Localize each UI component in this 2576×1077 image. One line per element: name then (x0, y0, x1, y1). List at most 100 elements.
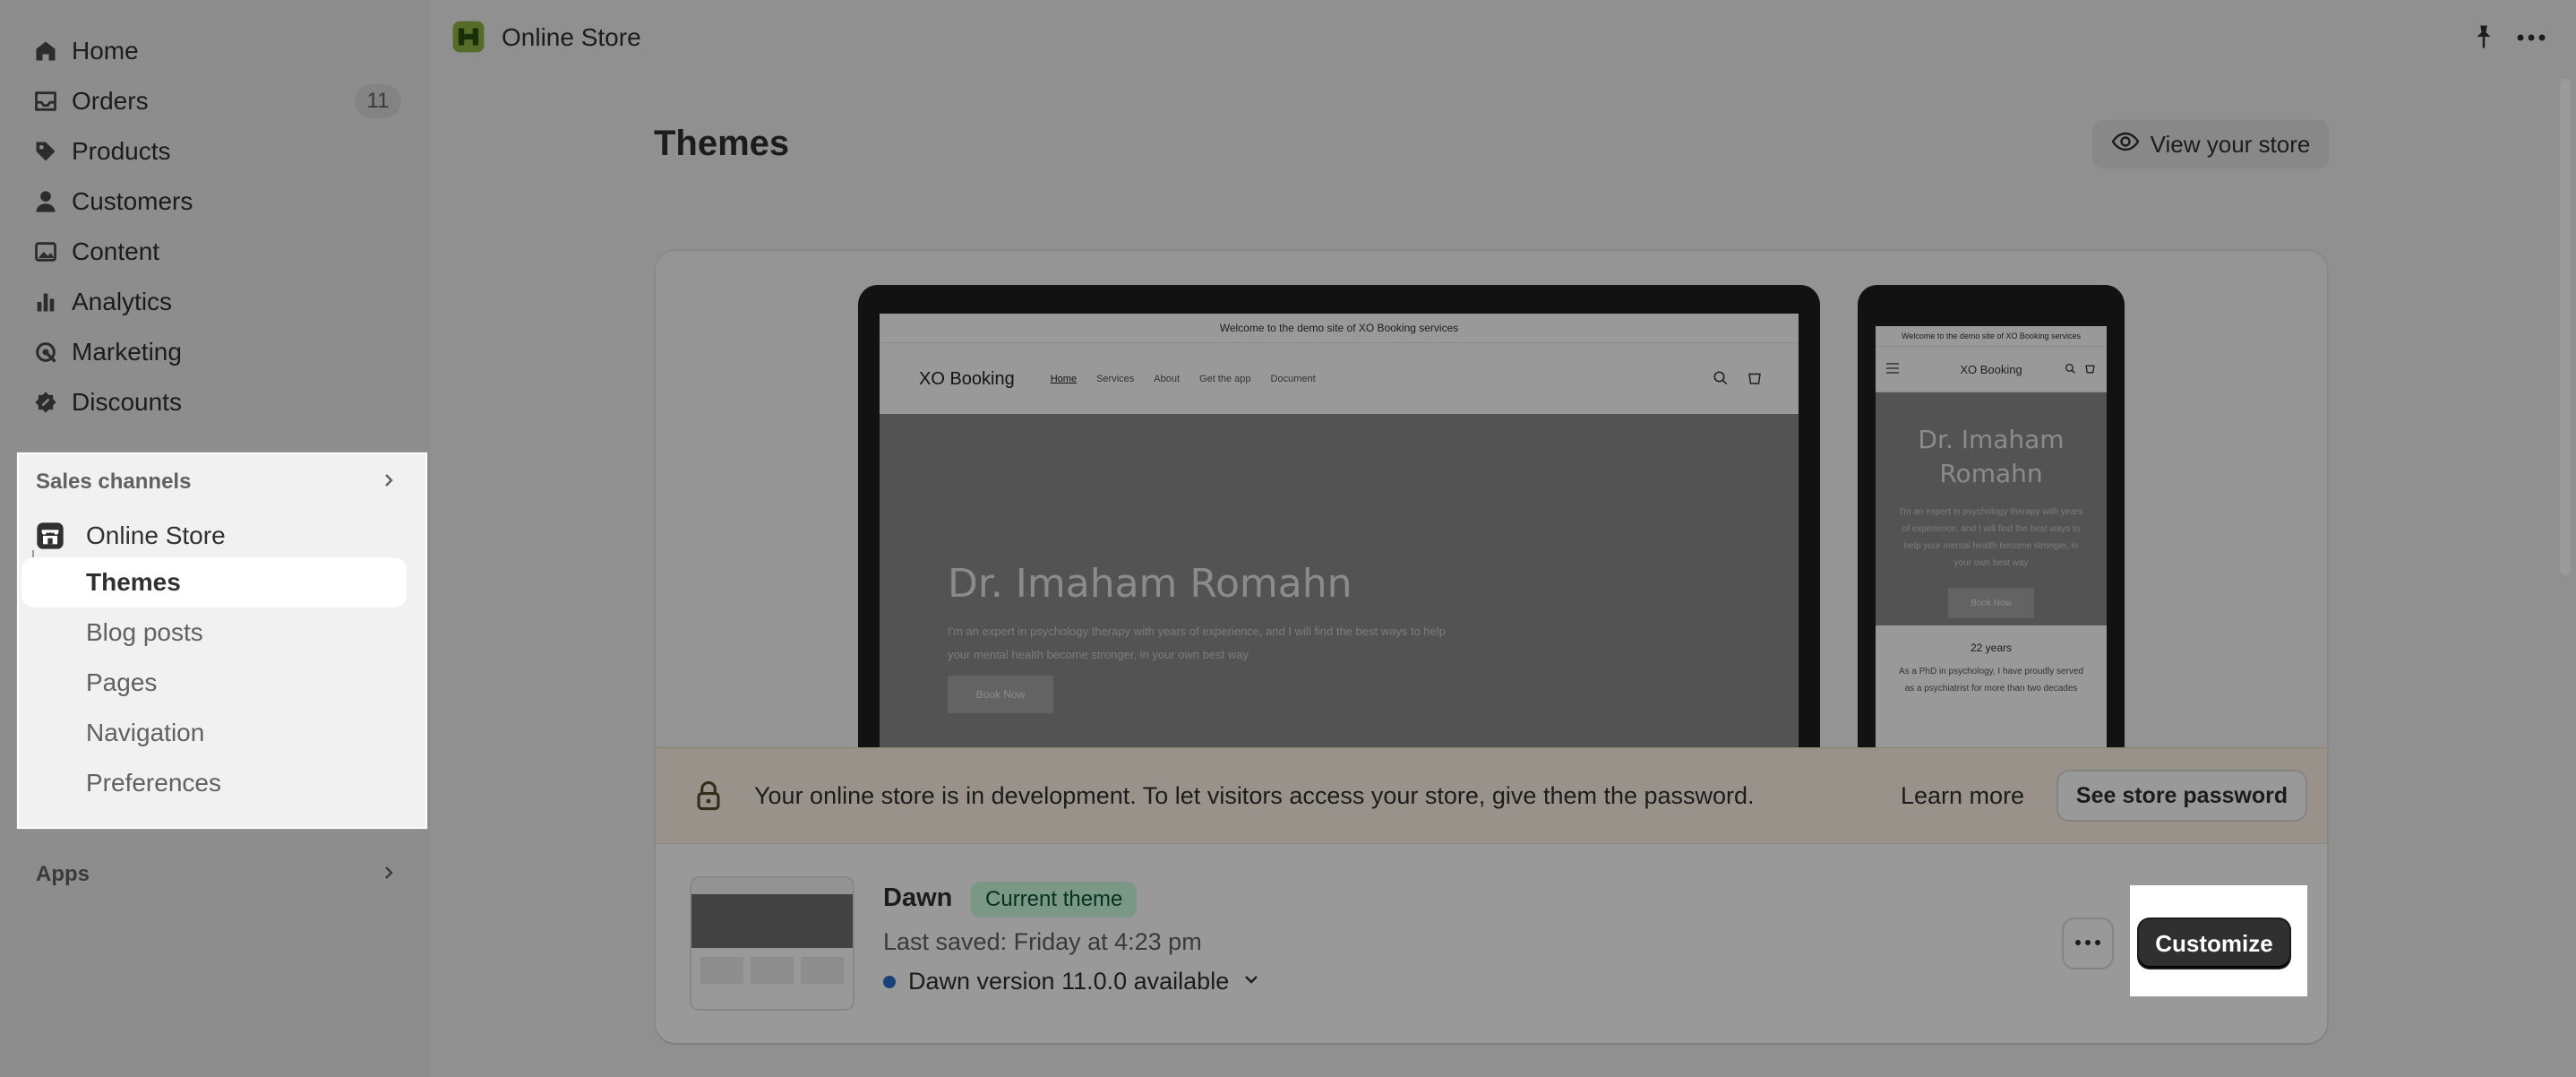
sidebar-item-label: Pages (86, 668, 158, 696)
online-store-logo-icon (451, 20, 485, 58)
sidebar-item-label: Products (72, 137, 171, 165)
pin-icon[interactable] (2470, 23, 2497, 55)
sidebar-item-label: Online Store (86, 521, 226, 549)
sidebar-item-label: Themes (86, 568, 181, 596)
preview-logo: XO Booking (1960, 362, 2022, 376)
laptop-mockup: Welcome to the demo site of XO Booking s… (858, 285, 1820, 780)
target-icon (20, 340, 72, 365)
search-icon (1713, 370, 1729, 391)
preview-hero: Dr. Imaham Romahn I'm an expert in psych… (1876, 392, 2107, 625)
sidebar-item-pages[interactable]: Pages (21, 658, 407, 708)
apps-heading[interactable]: Apps (36, 862, 90, 887)
bar-chart-icon (20, 289, 72, 314)
sidebar-item-discounts[interactable]: Discounts (20, 380, 401, 425)
sidebar-item-online-store[interactable]: Online Store (20, 511, 405, 561)
preview-nav-item: Services (1096, 374, 1135, 384)
sidebar-item-home[interactable]: Home (20, 29, 401, 73)
sidebar-item-navigation[interactable]: Navigation (21, 708, 407, 758)
menu-icon (1886, 363, 1899, 376)
topbar-title: Online Store (502, 23, 641, 51)
sidebar: Home Orders 11 Products Customers Conten… (0, 0, 430, 1077)
preview-book-button: Book Now (1948, 588, 2034, 618)
sidebar-item-label: Content (72, 237, 160, 265)
page-title: Themes (654, 124, 790, 163)
orders-count-badge: 11 (355, 84, 401, 118)
preview-hero-title: Dr. Imaham Romahn (1918, 425, 2065, 488)
theme-name: Dawn (883, 883, 953, 912)
theme-version-label: Dawn version 11.0.0 available (908, 968, 1230, 995)
sidebar-item-themes[interactable]: Themes (21, 557, 407, 607)
preview-nav-item: About (1154, 374, 1181, 384)
sidebar-item-marketing[interactable]: Marketing (20, 330, 401, 375)
preview-nav-item: Get the app (1199, 374, 1251, 384)
preview-nav: Home Services About Get the app Document (1051, 374, 1316, 384)
sidebar-item-label: Discounts (72, 388, 182, 416)
more-actions-icon[interactable] (2515, 25, 2547, 55)
image-icon (20, 239, 72, 264)
preview-stat-value: 22 years (1970, 642, 2013, 654)
lock-icon (695, 780, 722, 815)
preview-stats: 22 years As a PhD in psychology, I have … (1876, 625, 2107, 697)
sidebar-item-products[interactable]: Products (20, 129, 401, 174)
sidebar-item-customers[interactable]: Customers (20, 179, 401, 224)
status-dot (883, 975, 896, 988)
preview-announcement: Welcome to the demo site of XO Booking s… (880, 314, 1799, 343)
sidebar-item-label: Analytics (72, 288, 173, 315)
sidebar-item-label: Customers (72, 187, 193, 215)
theme-actions-button[interactable] (2064, 919, 2112, 968)
preview-hero-text: I'm an expert in psychology therapy with… (1899, 507, 2083, 568)
preview-header: XO Booking Home Services About Get the a… (880, 343, 1799, 416)
sidebar-item-label: Home (72, 37, 139, 65)
preview-header-icons (1713, 370, 1763, 391)
preview-stat-text: As a PhD in psychology, I have proudly s… (1898, 667, 2084, 694)
preview-hero-text: I'm an expert in psychology therapy with… (948, 625, 1446, 661)
home-icon (20, 39, 72, 64)
cart-icon (1747, 370, 1763, 391)
chevron-right-icon[interactable] (380, 470, 398, 495)
current-theme-badge: Current theme (971, 882, 1138, 918)
cart-icon (2084, 363, 2096, 377)
chevron-right-icon[interactable] (380, 862, 398, 888)
sidebar-item-label: Navigation (86, 719, 205, 746)
discount-icon (20, 390, 72, 415)
inbox-icon (20, 89, 72, 114)
preview-header: XO Booking (1876, 347, 2107, 392)
preview-logo: XO Booking (919, 368, 1015, 389)
sidebar-item-content[interactable]: Content (20, 229, 401, 274)
sales-channels-heading: Sales channels (36, 470, 192, 494)
view-store-label: View your store (2150, 130, 2311, 158)
preview-hero: Dr. Imaham Romahn I'm an expert in psych… (880, 414, 1799, 780)
theme-preview: Welcome to the demo site of XO Booking s… (656, 251, 2327, 780)
phone-mockup: Welcome to the demo site of XO Booking s… (1858, 285, 2125, 774)
preview-book-button: Book Now (948, 676, 1053, 713)
sidebar-item-orders[interactable]: Orders 11 (20, 79, 401, 124)
preview-hero-title: Dr. Imaham Romahn (948, 561, 1352, 607)
person-icon (20, 189, 72, 214)
search-icon (2065, 363, 2076, 377)
scrollbar[interactable] (2560, 79, 2571, 575)
sidebar-item-label: Orders (72, 87, 149, 115)
chevron-down-icon (1241, 968, 1261, 995)
eye-icon (2111, 131, 2140, 159)
sidebar-item-label: Preferences (86, 769, 221, 797)
theme-version-toggle[interactable]: Dawn version 11.0.0 available (883, 968, 1261, 995)
tag-icon (20, 139, 72, 164)
sidebar-item-label: Marketing (72, 338, 182, 366)
development-banner: Your online store is in development. To … (656, 747, 2327, 844)
theme-thumbnail[interactable] (691, 878, 853, 1009)
preview-nav-item: Home (1050, 374, 1078, 384)
sidebar-item-preferences[interactable]: Preferences (21, 758, 407, 808)
customize-button-highlighted[interactable]: Customize (2139, 919, 2289, 968)
preview-nav-item: Document (1270, 374, 1316, 384)
see-store-password-button[interactable]: See store password (2058, 771, 2306, 820)
mobile-preview-screen: Welcome to the demo site of XO Booking s… (1876, 326, 2107, 774)
current-theme-card: Welcome to the demo site of XO Booking s… (656, 251, 2327, 1043)
view-store-button[interactable]: View your store (2092, 120, 2329, 168)
preview-announcement: Welcome to the demo site of XO Booking s… (1876, 326, 2107, 347)
sidebar-item-analytics[interactable]: Analytics (20, 280, 401, 324)
desktop-preview-screen: Welcome to the demo site of XO Booking s… (880, 314, 1799, 780)
more-horizontal-icon (2074, 935, 2101, 952)
theme-last-saved: Last saved: Friday at 4:23 pm (883, 928, 1202, 955)
learn-more-link[interactable]: Learn more (1901, 782, 2024, 810)
sidebar-item-blog-posts[interactable]: Blog posts (21, 607, 407, 658)
